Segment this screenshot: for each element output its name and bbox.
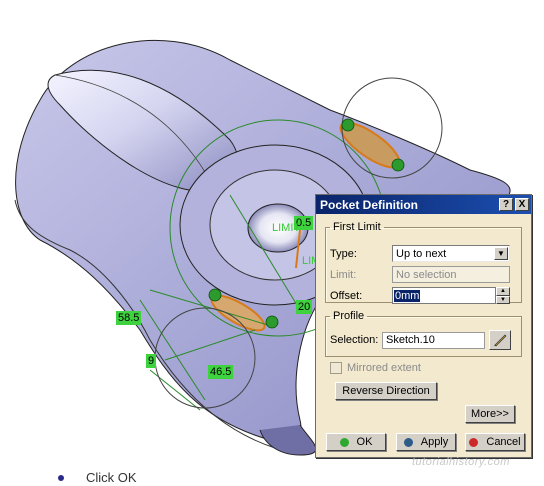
spin-up-icon[interactable]: ▲ xyxy=(496,287,510,296)
type-select[interactable]: Up to next ▼ xyxy=(392,245,510,262)
cancel-icon xyxy=(469,437,479,447)
pocket-definition-dialog: Pocket Definition ? X First Limit Type: … xyxy=(315,194,532,458)
more-button[interactable]: More>> xyxy=(465,405,515,423)
ok-label: OK xyxy=(356,436,373,448)
profile-legend: Profile xyxy=(333,310,365,322)
offset-label: Offset: xyxy=(330,289,363,302)
cancel-label: Cancel xyxy=(486,436,521,448)
selection-label: Selection: xyxy=(330,334,379,346)
dialog-title: Pocket Definition xyxy=(320,197,419,212)
offset-value[interactable]: 0mm xyxy=(394,289,421,302)
dimension-label[interactable]: 9 xyxy=(146,354,157,368)
spin-down-icon[interactable]: ▼ xyxy=(496,295,510,304)
type-label: Type: xyxy=(330,247,357,260)
watermark: tutorialhistory.com xyxy=(412,456,510,468)
first-limit-legend: First Limit xyxy=(333,221,381,233)
caption-text: Click OK xyxy=(86,470,137,485)
bullet-icon xyxy=(58,474,64,481)
reverse-direction-button[interactable]: Reverse Direction xyxy=(335,382,437,400)
limit-annotation: LIMIT xyxy=(272,222,301,234)
limit-field: No selection xyxy=(392,266,510,283)
mirrored-label: Mirrored extent xyxy=(347,362,421,374)
instruction-caption: Click OK xyxy=(58,470,137,485)
help-button[interactable]: ? xyxy=(499,198,513,211)
type-value: Up to next xyxy=(396,247,447,260)
close-button[interactable]: X xyxy=(515,198,529,211)
apply-label: Apply xyxy=(420,436,449,448)
dimension-label[interactable]: 20 xyxy=(296,300,313,314)
apply-button[interactable]: Apply xyxy=(396,433,456,451)
apply-icon xyxy=(403,437,413,447)
dialog-titlebar[interactable]: Pocket Definition ? X xyxy=(316,195,531,214)
ok-button[interactable]: OK xyxy=(326,433,386,451)
offset-stepper[interactable]: 0mm ▲ ▼ xyxy=(392,287,510,304)
ok-icon xyxy=(339,437,349,447)
cancel-button[interactable]: Cancel xyxy=(465,433,525,451)
dimension-label[interactable]: 58.5 xyxy=(116,311,142,325)
dimension-label[interactable]: 46.5 xyxy=(208,365,234,379)
mirrored-checkbox[interactable] xyxy=(330,362,342,374)
chevron-down-icon[interactable]: ▼ xyxy=(494,247,508,260)
limit-label: Limit: xyxy=(330,268,357,281)
sketch-icon xyxy=(494,334,507,347)
selection-field[interactable]: Sketch.10 xyxy=(382,331,485,349)
sketcher-button[interactable] xyxy=(489,330,511,350)
